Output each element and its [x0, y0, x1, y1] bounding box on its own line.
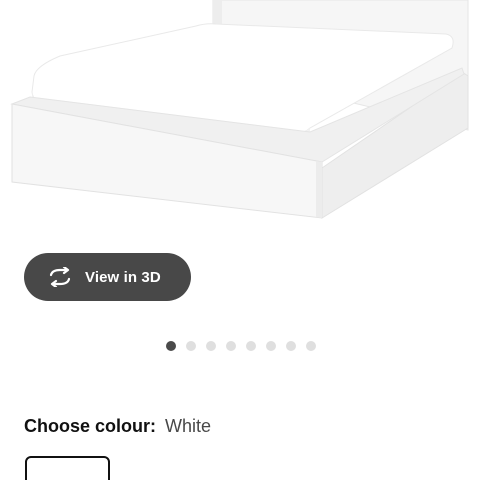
- choose-colour-label: Choose colour:: [24, 416, 157, 436]
- carousel-dots: [166, 341, 316, 351]
- carousel-dot[interactable]: [286, 341, 296, 351]
- carousel-dot[interactable]: [186, 341, 196, 351]
- rotate-3d-icon: [46, 267, 74, 287]
- view-in-3d-button[interactable]: View in 3D: [24, 253, 191, 301]
- carousel-dot[interactable]: [206, 341, 216, 351]
- product-image[interactable]: [0, 0, 480, 245]
- carousel-dot[interactable]: [306, 341, 316, 351]
- colour-swatch-white[interactable]: [25, 456, 110, 480]
- carousel-dot[interactable]: [226, 341, 236, 351]
- product-page: View in 3D Choose colour: White: [0, 0, 480, 480]
- view-in-3d-label: View in 3D: [85, 268, 161, 286]
- selected-colour-value: White: [165, 416, 212, 436]
- carousel-dot[interactable]: [266, 341, 276, 351]
- choose-colour-heading: Choose colour: White: [24, 416, 211, 437]
- carousel-dot[interactable]: [246, 341, 256, 351]
- carousel-dot[interactable]: [166, 341, 176, 351]
